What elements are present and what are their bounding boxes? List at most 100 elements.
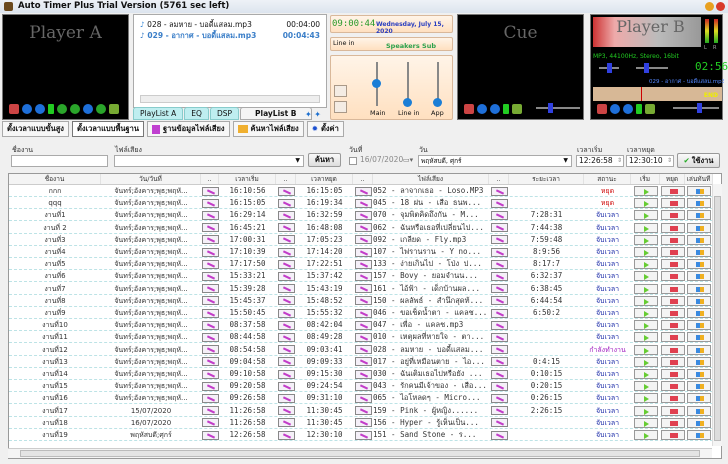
guitar-icon[interactable]: [464, 104, 474, 114]
stop-button[interactable]: [660, 356, 685, 367]
edit-icon[interactable]: [201, 320, 219, 330]
balance-slider[interactable]: [599, 63, 619, 73]
play-button[interactable]: [633, 430, 658, 440]
edit-icon[interactable]: [490, 320, 508, 330]
table-row[interactable]: งานที่13 จันทร์;อังคาร;พุธ;พฤหั... 09:04:5…: [9, 356, 713, 368]
table-hscrollbar[interactable]: [8, 448, 712, 458]
edit-icon[interactable]: [201, 345, 219, 355]
edit-icon[interactable]: [277, 381, 295, 391]
playlist-item[interactable]: ♪ 029 - อากาศ - บอดี้แสลม.mp3 00:04:43: [134, 30, 326, 41]
stop-button[interactable]: [660, 320, 685, 331]
book-icon[interactable]: [109, 104, 119, 114]
play-button[interactable]: [633, 247, 658, 257]
stop-button[interactable]: [660, 405, 685, 416]
table-row[interactable]: งานที่7 จันทร์;อังคาร;พุธ;พฤหั... 15:39:28…: [9, 283, 713, 295]
table-row[interactable]: งานที่4 จันทร์;อังคาร;พุธ;พฤหั... 17:10:39…: [9, 246, 713, 258]
next-icon[interactable]: [70, 104, 80, 114]
play-now-button[interactable]: [687, 210, 711, 221]
play-now-button[interactable]: [687, 234, 711, 245]
edit-icon[interactable]: [354, 186, 372, 196]
apply-button[interactable]: ✔ ใช้งาน: [677, 153, 720, 168]
stop-button[interactable]: [660, 332, 685, 343]
play-button[interactable]: [633, 356, 658, 367]
play-now-button[interactable]: [687, 356, 711, 367]
play-button[interactable]: [633, 283, 658, 294]
edit-icon[interactable]: [277, 320, 295, 330]
stop-button[interactable]: [660, 271, 685, 282]
date-picker[interactable]: 16/07/2020: [358, 155, 403, 167]
edit-icon[interactable]: [354, 345, 372, 355]
edit-icon[interactable]: [490, 381, 508, 391]
edit-icon[interactable]: [354, 381, 372, 391]
edit-icon[interactable]: [490, 284, 508, 294]
edit-icon[interactable]: [201, 369, 219, 379]
edit-icon[interactable]: [490, 186, 508, 196]
edit-icon[interactable]: [201, 430, 219, 440]
stop-icon[interactable]: [623, 104, 633, 114]
tab-dsp[interactable]: DSP: [209, 107, 239, 120]
play-button[interactable]: [633, 210, 658, 221]
edit-icon[interactable]: [354, 430, 372, 440]
book-icon[interactable]: [512, 104, 522, 114]
edit-icon[interactable]: [354, 406, 372, 416]
edit-icon[interactable]: [354, 393, 372, 403]
table-row[interactable]: งานที่9 จันทร์;อังคาร;พุธ;พฤหั... 15:50:45…: [9, 307, 713, 319]
basic-schedule-button[interactable]: ตั้งเวลาแบบพื้นฐาน: [71, 121, 144, 137]
edit-icon[interactable]: [277, 332, 295, 342]
player-b-volume-slider[interactable]: [673, 103, 719, 113]
edit-icon[interactable]: [201, 296, 219, 306]
play-now-button[interactable]: [687, 405, 711, 416]
table-row[interactable]: งานที่ 2 จันทร์;อังคาร;พุธ;พฤหั... 16:45:2…: [9, 222, 713, 234]
stop-button[interactable]: [660, 430, 685, 440]
edit-icon[interactable]: [201, 271, 219, 281]
minimize-button[interactable]: [705, 2, 714, 11]
play-now-button[interactable]: [687, 283, 711, 294]
column-header-start[interactable]: เริ่ม: [631, 174, 660, 184]
guitar-icon[interactable]: [597, 104, 607, 114]
table-vscrollbar[interactable]: [712, 184, 722, 446]
play-now-button[interactable]: [687, 320, 711, 331]
play-button[interactable]: [633, 405, 658, 416]
edit-icon[interactable]: [490, 430, 508, 440]
main-volume-slider[interactable]: [372, 62, 381, 106]
pause-icon[interactable]: [636, 104, 642, 114]
play-now-button[interactable]: [687, 381, 711, 392]
edit-icon[interactable]: [490, 198, 508, 208]
play-button[interactable]: [633, 417, 658, 428]
edit-icon[interactable]: [490, 247, 508, 257]
stop-button[interactable]: [660, 344, 685, 355]
edit-icon[interactable]: [490, 345, 508, 355]
edit-icon[interactable]: [490, 308, 508, 318]
edit-icon[interactable]: [201, 235, 219, 245]
edit-icon[interactable]: [490, 296, 508, 306]
pitch-slider[interactable]: [636, 63, 668, 73]
calendar-icon[interactable]: ▭▾: [403, 156, 414, 166]
stop-icon[interactable]: [490, 104, 500, 114]
play-now-button[interactable]: [687, 308, 711, 318]
pause-icon[interactable]: [503, 104, 509, 114]
edit-icon[interactable]: [277, 345, 295, 355]
edit-icon[interactable]: [490, 210, 508, 220]
search-audio-button[interactable]: ค้นหาไฟล์เสียง: [232, 121, 304, 137]
table-row[interactable]: งานที่17 15/07/2020 11:26:58 11:30:45 159 - …: [9, 405, 713, 417]
edit-icon[interactable]: [354, 357, 372, 367]
play-button[interactable]: [633, 186, 658, 196]
table-row[interactable]: งานที่16 จันทร์;อังคาร;พุธ;พฤหั... 09:26:5…: [9, 392, 713, 405]
stop-button[interactable]: [660, 283, 685, 294]
table-row[interactable]: งานที่11 จันทร์;อังคาร;พุธ;พฤหั... 08:44:5…: [9, 331, 713, 344]
edit-icon[interactable]: [277, 271, 295, 281]
stop-button[interactable]: [660, 308, 685, 318]
edit-icon[interactable]: [277, 296, 295, 306]
play-now-button[interactable]: [687, 417, 711, 428]
tab-playlist-b[interactable]: PlayList B: [240, 107, 312, 120]
audio-device-panel[interactable]: Line in Speakers Sub: [330, 37, 453, 51]
guitar-icon[interactable]: [9, 104, 19, 114]
edit-icon[interactable]: [277, 210, 295, 220]
edit-icon[interactable]: [490, 369, 508, 379]
edit-icon[interactable]: [354, 418, 372, 428]
edit-icon[interactable]: [201, 284, 219, 294]
column-header-stop-time[interactable]: เวลาหยุด: [296, 174, 353, 184]
edit-icon[interactable]: [201, 198, 219, 208]
edit-icon[interactable]: [277, 369, 295, 379]
tab-eq[interactable]: EQ: [184, 107, 209, 120]
